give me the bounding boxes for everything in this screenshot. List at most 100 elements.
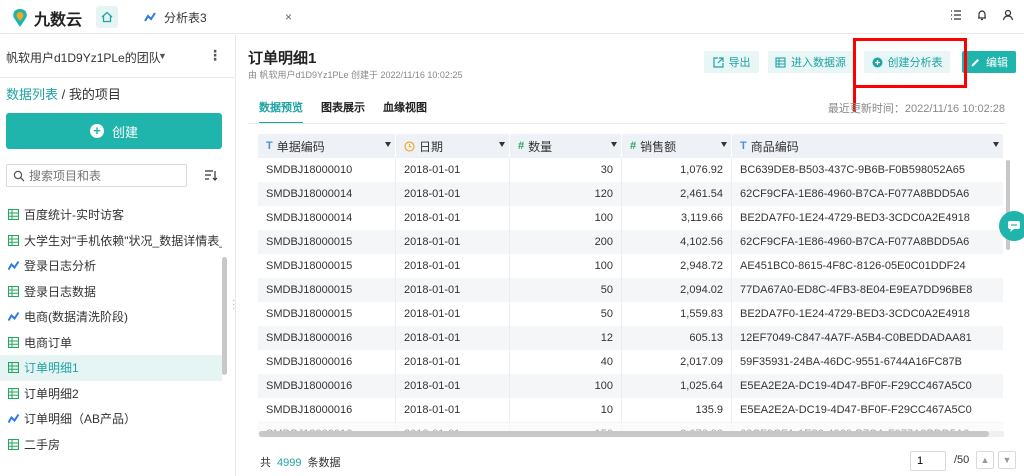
caret-down-icon[interactable] bbox=[721, 142, 727, 147]
table-cell[interactable]: SMDBJ18000016 bbox=[258, 326, 396, 350]
table-cell[interactable]: 2,461.54 bbox=[622, 182, 732, 206]
tab-lineage-view[interactable]: 血缘视图 bbox=[383, 99, 427, 115]
table-cell[interactable]: 2018-01-01 bbox=[396, 254, 510, 278]
caret-down-icon[interactable] bbox=[385, 142, 391, 147]
table-cell[interactable]: SMDBJ18000010 bbox=[258, 158, 396, 182]
caret-down-icon[interactable] bbox=[611, 142, 617, 147]
search-box[interactable] bbox=[6, 164, 187, 187]
table-cell[interactable]: 1,559.83 bbox=[622, 302, 732, 326]
table-cell[interactable]: 1,076.92 bbox=[622, 158, 732, 182]
table-cell[interactable]: SMDBJ18000016 bbox=[258, 350, 396, 374]
table-cell[interactable]: 2018-01-01 bbox=[396, 302, 510, 326]
sidebar-item[interactable]: 电商订单 bbox=[0, 330, 222, 356]
close-icon[interactable]: × bbox=[285, 10, 292, 24]
table-cell[interactable]: 2018-01-01 bbox=[396, 158, 510, 182]
table-row[interactable]: SMDBJ18000010 2018-01-01 30 1,076.92 BC639DE… bbox=[258, 158, 1003, 182]
sidebar-item[interactable]: 登录日志数据 bbox=[0, 279, 222, 305]
tab-chart-display[interactable]: 图表展示 bbox=[321, 99, 365, 115]
column-header[interactable]: # 数量 bbox=[510, 134, 622, 158]
table-cell[interactable]: 10 bbox=[510, 398, 622, 422]
column-header[interactable]: T 单据编码 bbox=[258, 134, 396, 158]
table-row[interactable]: SMDBJ18000014 2018-01-01 100 3,119.66 BE2DA7… bbox=[258, 206, 1003, 230]
table-row[interactable]: SMDBJ18000016 2018-01-01 10 135.9 E5EA2E2A-D… bbox=[258, 398, 1003, 422]
table-cell[interactable]: 12 bbox=[510, 326, 622, 350]
table-cell[interactable]: 120 bbox=[510, 182, 622, 206]
table-cell[interactable]: 62CF9CFA-1E86-4960-B7CA-F077A8BDD5A6 bbox=[732, 230, 1003, 254]
table-cell[interactable]: SMDBJ18000015 bbox=[258, 254, 396, 278]
table-row[interactable]: SMDBJ18000015 2018-01-01 200 4,102.56 62CF9C… bbox=[258, 230, 1003, 254]
table-cell[interactable]: 100 bbox=[510, 206, 622, 230]
table-cell[interactable]: 2018-01-01 bbox=[396, 350, 510, 374]
table-cell[interactable]: SMDBJ18000015 bbox=[258, 230, 396, 254]
table-cell[interactable]: 2018-01-01 bbox=[396, 278, 510, 302]
table-cell[interactable]: 200 bbox=[510, 230, 622, 254]
resize-handle-icon[interactable]: · · · bbox=[232, 296, 235, 314]
sidebar-item[interactable]: 登录日志分析 bbox=[0, 253, 222, 279]
table-cell[interactable]: 605.13 bbox=[622, 326, 732, 350]
more-vertical-icon[interactable]: ⋮ bbox=[208, 47, 222, 64]
scrollbar-thumb[interactable] bbox=[259, 431, 989, 437]
table-cell[interactable]: 2018-01-01 bbox=[396, 230, 510, 254]
sidebar-scrollbar[interactable] bbox=[222, 257, 227, 375]
table-cell[interactable]: BE2DA7F0-1E24-4729-BED3-3CDC0A2E4918 bbox=[732, 206, 1003, 230]
breadcrumb-root[interactable]: 数据列表 bbox=[6, 87, 58, 102]
table-cell[interactable]: 4,102.56 bbox=[622, 230, 732, 254]
table-cell[interactable]: 100 bbox=[510, 374, 622, 398]
table-cell[interactable]: E5EA2E2A-DC19-4D47-BF0F-F29CC467A5C0 bbox=[732, 398, 1003, 422]
sidebar-item[interactable]: 订单明细1 bbox=[0, 355, 222, 381]
next-page-button[interactable]: ▼ bbox=[998, 451, 1016, 469]
table-cell[interactable]: 100 bbox=[510, 254, 622, 278]
table-cell[interactable]: 135.9 bbox=[622, 398, 732, 422]
table-cell[interactable]: 3,119.66 bbox=[622, 206, 732, 230]
table-cell[interactable]: 12EF7049-C847-4A7F-A5B4-C0BEDDADAA81 bbox=[732, 326, 1003, 350]
logo[interactable]: 九数云 bbox=[10, 6, 82, 30]
table-cell[interactable]: SMDBJ18000015 bbox=[258, 278, 396, 302]
table-row[interactable]: SMDBJ18000015 2018-01-01 100 2,948.72 AE451B… bbox=[258, 254, 1003, 278]
sidebar-item[interactable]: 订单明细2 bbox=[0, 381, 222, 407]
sidebar-item[interactable]: 百度统计-实时访客 bbox=[0, 202, 222, 228]
column-header[interactable]: # 销售额 bbox=[622, 134, 732, 158]
sidebar-item[interactable]: 电商(数据清洗阶段) bbox=[0, 304, 222, 330]
list-icon[interactable] bbox=[950, 9, 962, 21]
tab-analysis-sheet[interactable]: 分析表3 × bbox=[136, 0, 302, 34]
table-cell[interactable]: 2018-01-01 bbox=[396, 374, 510, 398]
table-cell[interactable]: 2018-01-01 bbox=[396, 398, 510, 422]
team-selector[interactable]: 帆软用户d1D9Yz1PLe的团队 ▼ ⋮ bbox=[6, 47, 230, 67]
column-header[interactable]: T 商品编码 bbox=[732, 134, 1003, 158]
bell-icon[interactable] bbox=[976, 9, 988, 21]
user-icon[interactable] bbox=[1002, 9, 1014, 21]
table-cell[interactable]: 50 bbox=[510, 302, 622, 326]
table-cell[interactable]: E5EA2E2A-DC19-4D47-BF0F-F29CC467A5C0 bbox=[732, 374, 1003, 398]
export-button[interactable]: 导出 bbox=[704, 51, 759, 73]
edit-button[interactable]: 编辑 bbox=[962, 51, 1016, 73]
table-cell[interactable]: 2,094.02 bbox=[622, 278, 732, 302]
table-cell[interactable]: SMDBJ18000016 bbox=[258, 398, 396, 422]
table-cell[interactable]: 59F35931-24BA-46DC-9551-6744A16FC87B bbox=[732, 350, 1003, 374]
table-row[interactable]: SMDBJ18000016 2018-01-01 100 1,025.64 E5EA2E… bbox=[258, 374, 1003, 398]
home-tab[interactable] bbox=[96, 6, 118, 28]
table-cell[interactable]: SMDBJ18000016 bbox=[258, 374, 396, 398]
sidebar-item[interactable]: 二手房 bbox=[0, 432, 222, 458]
table-cell[interactable]: 62CF9CFA-1E86-4960-B7CA-F077A8BDD5A6 bbox=[732, 182, 1003, 206]
table-cell[interactable]: 40 bbox=[510, 350, 622, 374]
caret-down-icon[interactable] bbox=[499, 142, 505, 147]
table-cell[interactable]: 2018-01-01 bbox=[396, 326, 510, 350]
table-row[interactable]: SMDBJ18000016 2018-01-01 12 605.13 12EF7049-… bbox=[258, 326, 1003, 350]
table-cell[interactable]: 77DA67A0-ED8C-4FB3-8E04-E9EA7DD96BE8 bbox=[732, 278, 1003, 302]
table-cell[interactable]: SMDBJ18000015 bbox=[258, 302, 396, 326]
table-row[interactable]: SMDBJ18000015 2018-01-01 50 2,094.02 77DA67A… bbox=[258, 278, 1003, 302]
help-chat-button[interactable] bbox=[999, 211, 1024, 241]
table-cell[interactable]: 2,948.72 bbox=[622, 254, 732, 278]
page-number-input[interactable] bbox=[910, 451, 946, 471]
table-row[interactable]: SMDBJ18000015 2018-01-01 50 1,559.83 BE2DA7F… bbox=[258, 302, 1003, 326]
table-cell[interactable]: AE451BC0-8615-4F8C-8126-05E0C01DDF24 bbox=[732, 254, 1003, 278]
tab-data-preview[interactable]: 数据预览 bbox=[259, 99, 303, 124]
search-input[interactable] bbox=[29, 168, 179, 183]
table-cell[interactable]: SMDBJ18000014 bbox=[258, 206, 396, 230]
enter-datasource-button[interactable]: 进入数据源 bbox=[768, 51, 853, 73]
table-row[interactable]: SMDBJ18000016 2018-01-01 40 2,017.09 59F3593… bbox=[258, 350, 1003, 374]
table-cell[interactable]: 2018-01-01 bbox=[396, 206, 510, 230]
table-horizontal-scrollbar[interactable] bbox=[259, 431, 1004, 437]
caret-down-icon[interactable] bbox=[993, 142, 999, 147]
table-cell[interactable]: BE2DA7F0-1E24-4729-BED3-3CDC0A2E4918 bbox=[732, 302, 1003, 326]
